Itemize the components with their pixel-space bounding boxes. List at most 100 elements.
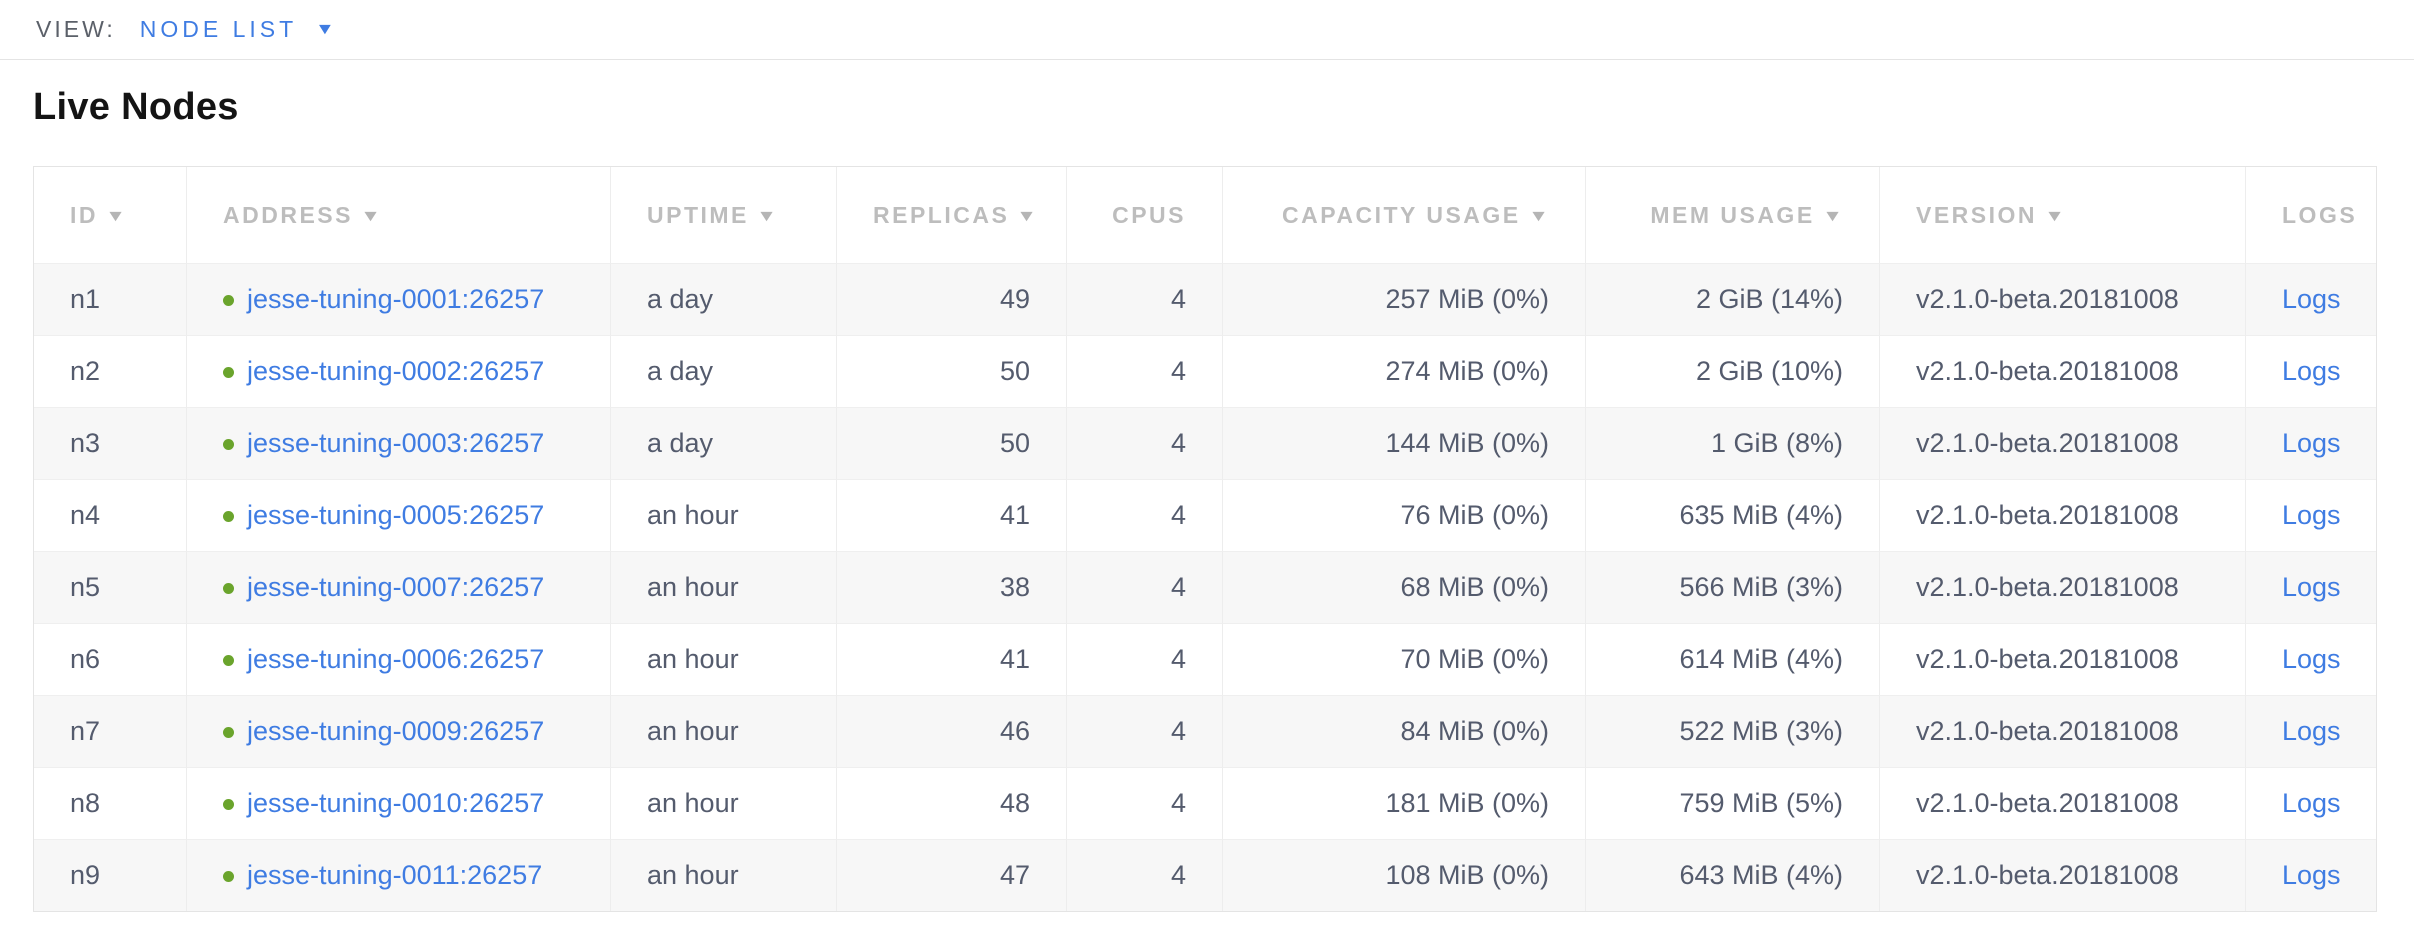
cell-uptime: a day bbox=[611, 407, 837, 479]
column-header-replicas[interactable]: REPLICAS▼ bbox=[837, 167, 1067, 263]
cell-text: 38 bbox=[1000, 572, 1030, 602]
cell-mem: 1 GiB (8%) bbox=[1586, 407, 1880, 479]
cell-text: 50 bbox=[1000, 428, 1030, 458]
cell-address: jesse-tuning-0003:26257 bbox=[187, 407, 611, 479]
cell-replicas: 49 bbox=[837, 263, 1067, 335]
cell-replicas: 50 bbox=[837, 407, 1067, 479]
view-selected-value: NODE LIST bbox=[140, 16, 297, 43]
node-address-link[interactable]: jesse-tuning-0009:26257 bbox=[247, 716, 544, 746]
column-header-uptime[interactable]: UPTIME▼ bbox=[611, 167, 837, 263]
cell-uptime: an hour bbox=[611, 479, 837, 551]
cell-id: n2 bbox=[34, 335, 187, 407]
cell-text: v2.1.0-beta.20181008 bbox=[1916, 860, 2179, 890]
node-logs-link[interactable]: Logs bbox=[2282, 860, 2341, 890]
cell-text: 68 MiB (0%) bbox=[1400, 572, 1549, 602]
node-address-link[interactable]: jesse-tuning-0006:26257 bbox=[247, 644, 544, 674]
cell-text: 181 MiB (0%) bbox=[1385, 788, 1549, 818]
cell-version: v2.1.0-beta.20181008 bbox=[1880, 407, 2246, 479]
sort-desc-arrow-icon: ▼ bbox=[756, 208, 780, 226]
cell-id: n5 bbox=[34, 551, 187, 623]
cell-address: jesse-tuning-0010:26257 bbox=[187, 767, 611, 839]
cell-address: jesse-tuning-0001:26257 bbox=[187, 263, 611, 335]
cell-version: v2.1.0-beta.20181008 bbox=[1880, 479, 2246, 551]
node-logs-link[interactable]: Logs bbox=[2282, 284, 2341, 314]
node-address-link[interactable]: jesse-tuning-0003:26257 bbox=[247, 428, 544, 458]
view-label: VIEW: bbox=[36, 16, 116, 43]
cell-uptime: an hour bbox=[611, 551, 837, 623]
column-label: LOGS bbox=[2282, 202, 2357, 228]
column-header-address[interactable]: ADDRESS▼ bbox=[187, 167, 611, 263]
node-logs-link[interactable]: Logs bbox=[2282, 356, 2341, 386]
cell-text: an hour bbox=[647, 644, 739, 674]
cell-id: n1 bbox=[34, 263, 187, 335]
cell-logs: Logs bbox=[2246, 623, 2376, 695]
cell-text: v2.1.0-beta.20181008 bbox=[1916, 788, 2179, 818]
column-header-mem[interactable]: MEM USAGE▼ bbox=[1586, 167, 1880, 263]
sort-desc-arrow-icon: ▼ bbox=[360, 208, 384, 226]
node-live-status-dot-icon bbox=[223, 583, 234, 594]
node-logs-link[interactable]: Logs bbox=[2282, 788, 2341, 818]
cell-text: 46 bbox=[1000, 716, 1030, 746]
node-address-link[interactable]: jesse-tuning-0001:26257 bbox=[247, 284, 544, 314]
cell-text: 144 MiB (0%) bbox=[1385, 428, 1549, 458]
node-address-link[interactable]: jesse-tuning-0011:26257 bbox=[247, 860, 542, 890]
page-title: Live Nodes bbox=[33, 84, 2381, 130]
table-row: n8jesse-tuning-0010:26257an hour484181 M… bbox=[34, 767, 2376, 839]
column-label: MEM USAGE bbox=[1650, 202, 1814, 228]
cell-capacity: 144 MiB (0%) bbox=[1223, 407, 1586, 479]
node-live-status-dot-icon bbox=[223, 511, 234, 522]
cell-cpus: 4 bbox=[1067, 839, 1223, 911]
cell-text: n3 bbox=[70, 428, 100, 458]
cell-text: n6 bbox=[70, 644, 100, 674]
cell-mem: 643 MiB (4%) bbox=[1586, 839, 1880, 911]
chevron-down-icon: ▼ bbox=[315, 22, 335, 38]
node-address-link[interactable]: jesse-tuning-0002:26257 bbox=[247, 356, 544, 386]
cell-text: n7 bbox=[70, 716, 100, 746]
node-logs-link[interactable]: Logs bbox=[2282, 572, 2341, 602]
sort-desc-arrow-icon: ▼ bbox=[105, 208, 129, 226]
cell-text: 4 bbox=[1171, 572, 1186, 602]
cell-uptime: an hour bbox=[611, 767, 837, 839]
cell-replicas: 41 bbox=[837, 623, 1067, 695]
table-row: n2jesse-tuning-0002:26257a day504274 MiB… bbox=[34, 335, 2376, 407]
cell-text: 257 MiB (0%) bbox=[1385, 284, 1549, 314]
cell-text: v2.1.0-beta.20181008 bbox=[1916, 428, 2179, 458]
node-logs-link[interactable]: Logs bbox=[2282, 428, 2341, 458]
cell-uptime: an hour bbox=[611, 839, 837, 911]
cell-text: 614 MiB (4%) bbox=[1679, 644, 1843, 674]
cell-text: 41 bbox=[1000, 500, 1030, 530]
cell-text: 4 bbox=[1171, 284, 1186, 314]
node-logs-link[interactable]: Logs bbox=[2282, 500, 2341, 530]
cell-replicas: 46 bbox=[837, 695, 1067, 767]
column-header-version[interactable]: VERSION▼ bbox=[1880, 167, 2246, 263]
cell-mem: 2 GiB (10%) bbox=[1586, 335, 1880, 407]
node-address-link[interactable]: jesse-tuning-0005:26257 bbox=[247, 500, 544, 530]
cell-text: 1 GiB (8%) bbox=[1711, 428, 1843, 458]
cell-text: 108 MiB (0%) bbox=[1385, 860, 1549, 890]
cell-cpus: 4 bbox=[1067, 623, 1223, 695]
cell-address: jesse-tuning-0006:26257 bbox=[187, 623, 611, 695]
cell-address: jesse-tuning-0009:26257 bbox=[187, 695, 611, 767]
cell-id: n3 bbox=[34, 407, 187, 479]
node-live-status-dot-icon bbox=[223, 871, 234, 882]
cell-text: 2 GiB (10%) bbox=[1696, 356, 1843, 386]
column-header-id[interactable]: ID▼ bbox=[34, 167, 187, 263]
cell-capacity: 84 MiB (0%) bbox=[1223, 695, 1586, 767]
node-address-link[interactable]: jesse-tuning-0010:26257 bbox=[247, 788, 544, 818]
node-logs-link[interactable]: Logs bbox=[2282, 644, 2341, 674]
node-address-link[interactable]: jesse-tuning-0007:26257 bbox=[247, 572, 544, 602]
cell-text: v2.1.0-beta.20181008 bbox=[1916, 716, 2179, 746]
cell-cpus: 4 bbox=[1067, 551, 1223, 623]
cell-id: n6 bbox=[34, 623, 187, 695]
cell-text: a day bbox=[647, 284, 713, 314]
cell-text: 635 MiB (4%) bbox=[1679, 500, 1843, 530]
column-header-capacity[interactable]: CAPACITY USAGE▼ bbox=[1223, 167, 1586, 263]
cell-uptime: an hour bbox=[611, 623, 837, 695]
cell-cpus: 4 bbox=[1067, 407, 1223, 479]
node-live-status-dot-icon bbox=[223, 727, 234, 738]
table-row: n3 jesse-tuning-0003:26257 a day 50 4 144 MiB… bbox=[34, 407, 2376, 479]
node-logs-link[interactable]: Logs bbox=[2282, 716, 2341, 746]
view-bar: VIEW: NODE LIST ▼ bbox=[0, 0, 2414, 60]
view-selector-dropdown[interactable]: NODE LIST ▼ bbox=[140, 16, 333, 43]
cell-id: n7 bbox=[34, 695, 187, 767]
